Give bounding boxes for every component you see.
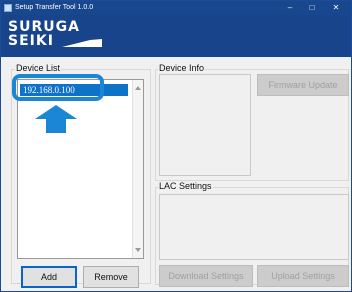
title-bar[interactable]: Setup Transfer Tool 1.0.0 – □ ✕ [1,1,351,15]
window-title: Setup Transfer Tool 1.0.0 [15,4,94,11]
brand-banner: SURUGA SEIKI [1,15,351,57]
remove-button[interactable]: Remove [83,266,139,288]
firmware-update-button[interactable]: Firmware Update [257,74,349,96]
scroll-down-icon[interactable] [135,248,141,252]
upload-settings-button[interactable]: Upload Settings [257,265,349,287]
maximize-button[interactable]: □ [301,1,323,15]
setup-transfer-tool-window: Setup Transfer Tool 1.0.0 – □ ✕ SURUGA S… [0,0,352,292]
device-list-scrollbar[interactable] [132,80,143,258]
lac-settings-label: LAC Settings [158,181,213,191]
minimize-button[interactable]: – [279,1,301,15]
close-button[interactable]: ✕ [325,1,347,15]
up-arrow-icon [35,105,77,133]
scroll-up-icon[interactable] [135,86,141,90]
selected-device-callout [12,74,104,101]
lac-settings-panel [159,194,349,260]
download-settings-button[interactable]: Download Settings [159,265,253,287]
logo-swoosh-icon [62,39,102,47]
suruga-seiki-logo: SURUGA SEIKI [8,20,102,48]
device-info-label: Device Info [158,63,206,73]
add-button[interactable]: Add [21,266,77,288]
app-icon [4,4,12,12]
device-info-panel [159,74,251,176]
device-list-label: Device List [15,63,62,73]
